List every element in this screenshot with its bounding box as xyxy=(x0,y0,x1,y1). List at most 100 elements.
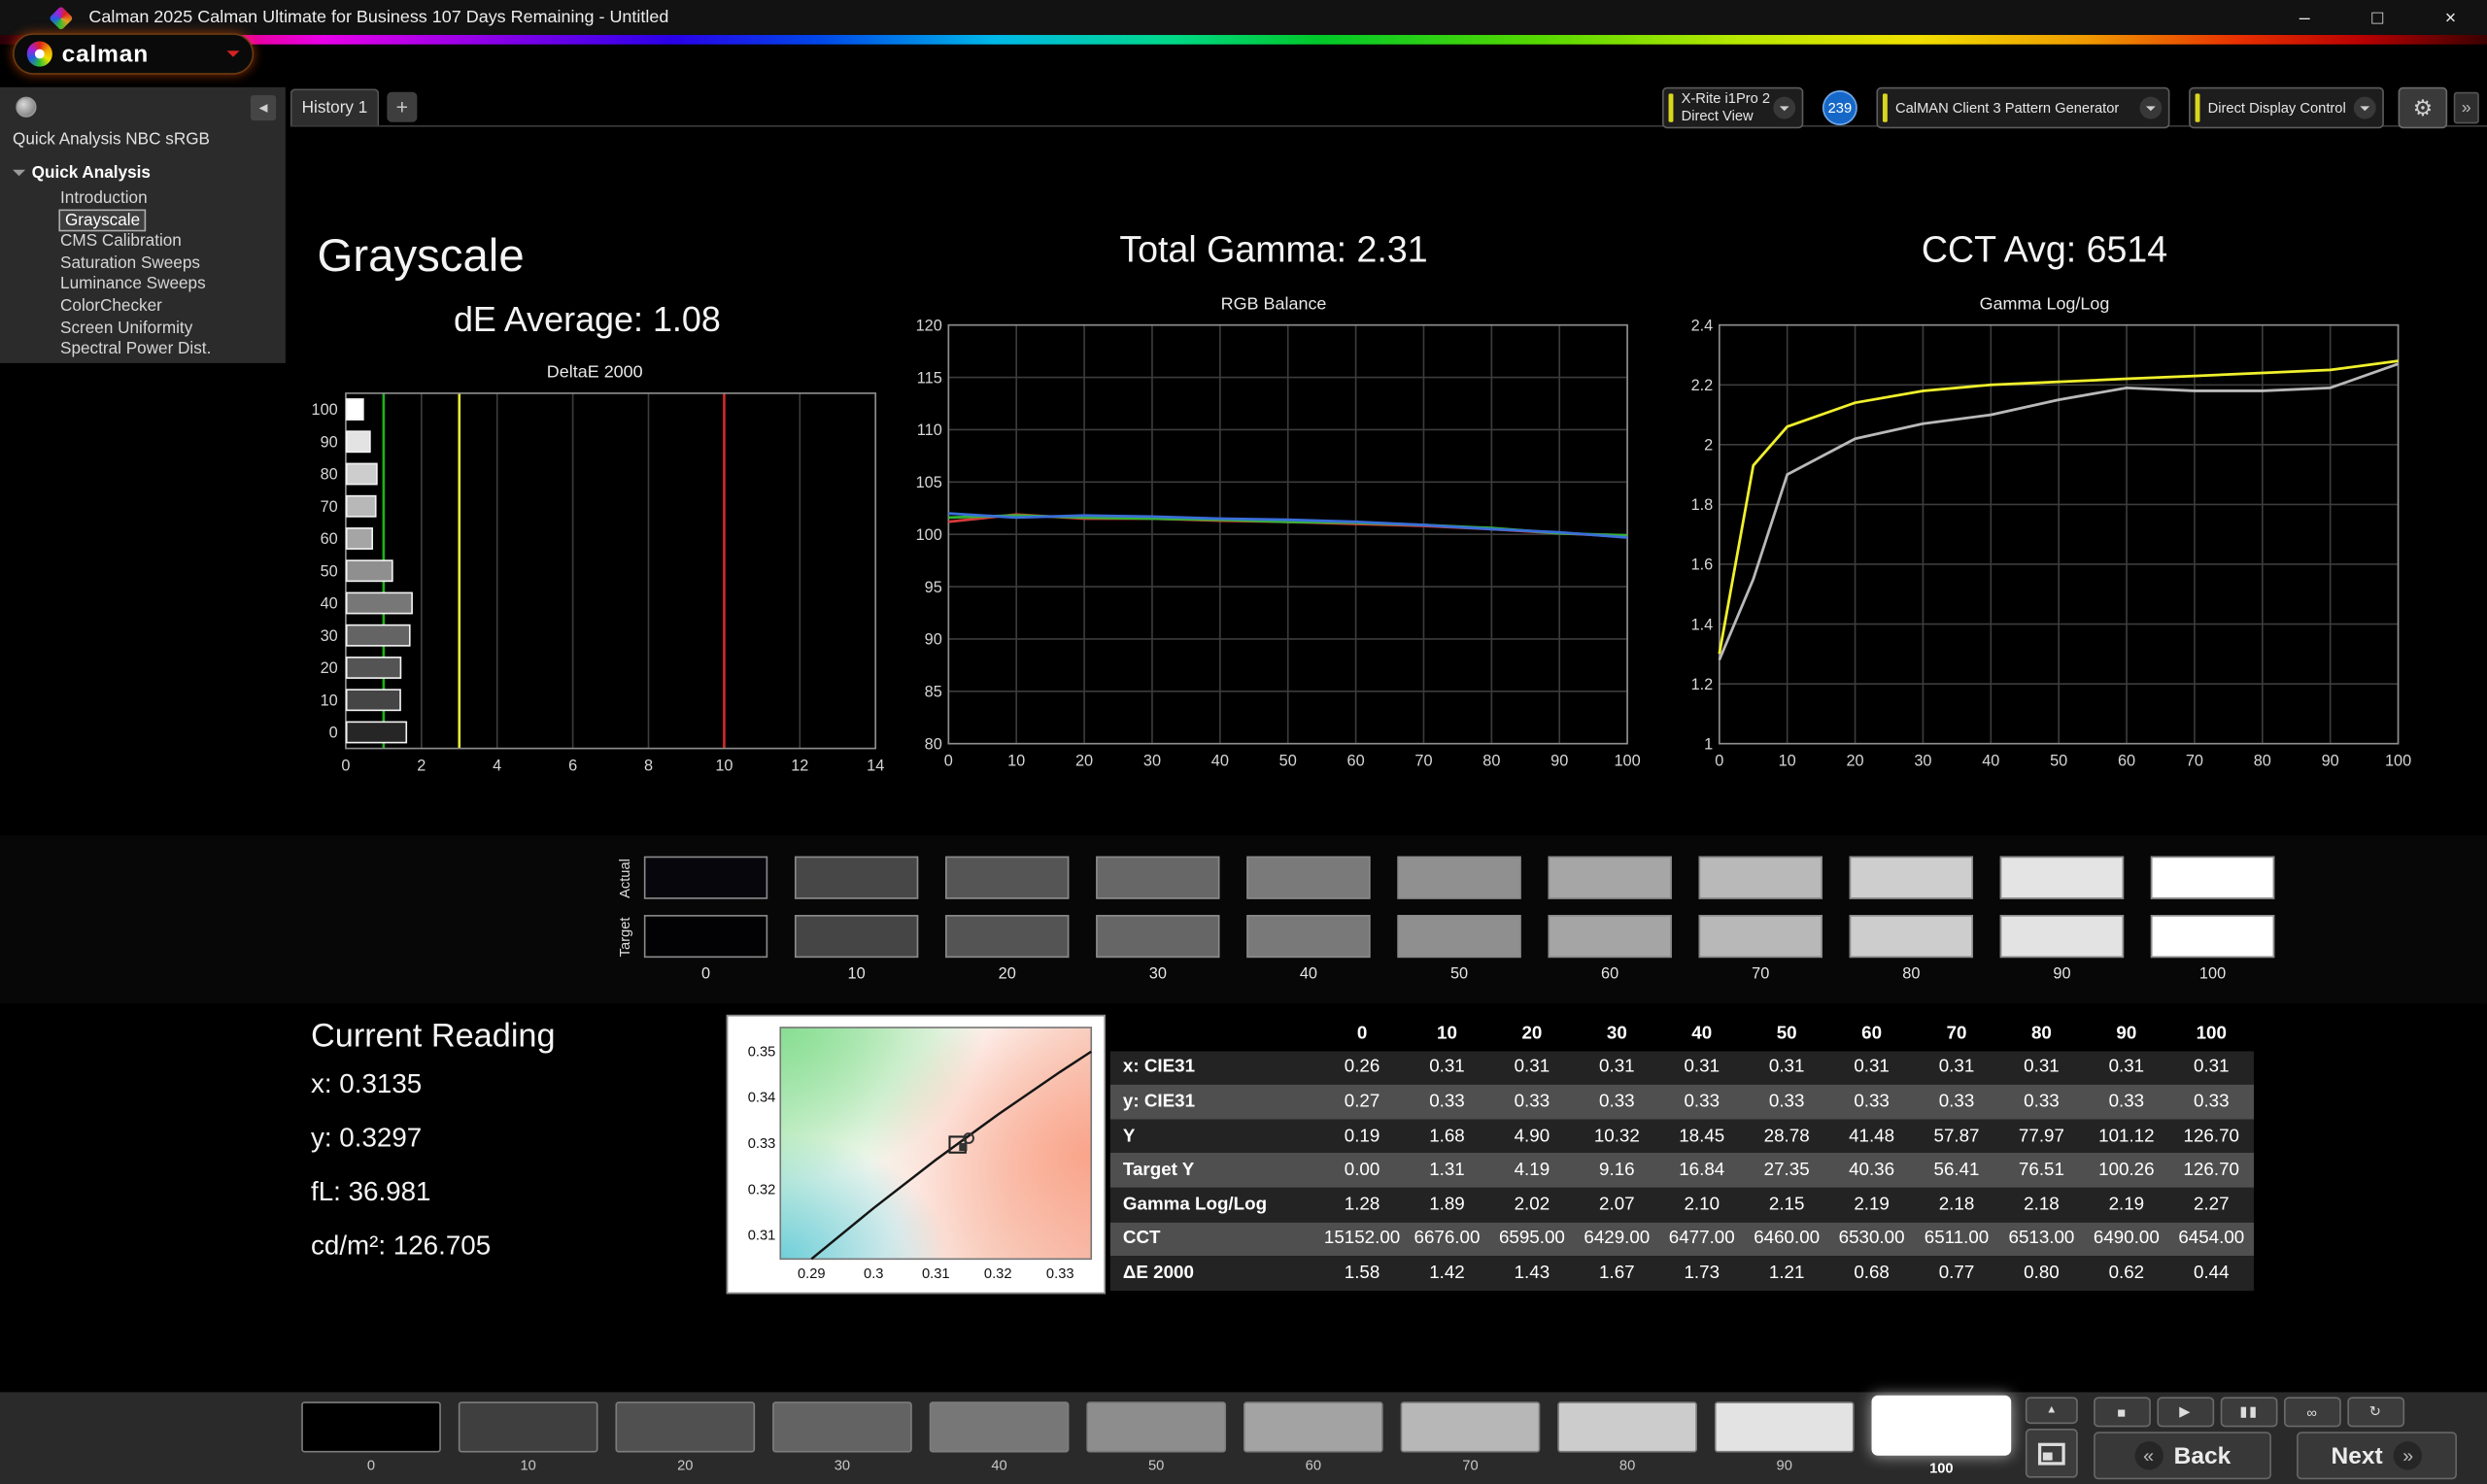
cie-x-tick: 0.31 xyxy=(921,1265,950,1282)
cie-chromaticity-chart: 0.29 0.3 0.31 0.32 0.33 0.35 0.34 0.33 0.32 0.31 xyxy=(726,1014,1106,1295)
pattern-patch-40[interactable]: 40 xyxy=(929,1401,1070,1473)
svg-text:100: 100 xyxy=(2385,753,2411,770)
cie-x-tick: 0.3 xyxy=(864,1265,884,1282)
maximize-button[interactable]: □ xyxy=(2341,0,2414,35)
swatch-column-60: 60 xyxy=(1548,856,1672,983)
back-button[interactable]: « Back xyxy=(2094,1432,2271,1480)
svg-text:120: 120 xyxy=(916,319,942,334)
table-col-header: 100 xyxy=(2196,1024,2227,1043)
workflow-root-node[interactable]: Quick Analysis xyxy=(13,163,151,183)
svg-text:60: 60 xyxy=(1347,753,1365,770)
cie-x-tick: 0.32 xyxy=(983,1265,1012,1282)
sidebar-item-screen-uniformity[interactable]: Screen Uniformity xyxy=(0,318,286,339)
table-col-header: 0 xyxy=(1356,1024,1368,1043)
pattern-patch-30[interactable]: 30 xyxy=(772,1401,912,1473)
pattern-patch-90[interactable]: 90 xyxy=(1714,1401,1855,1473)
settings-button[interactable]: ⚙ xyxy=(2398,86,2448,129)
svg-text:60: 60 xyxy=(321,530,338,548)
play-button[interactable]: ▶ xyxy=(2157,1397,2215,1428)
pattern-patch-100[interactable]: 100 xyxy=(1871,1395,2012,1476)
patch-swatch[interactable] xyxy=(1086,1401,1227,1453)
svg-text:30: 30 xyxy=(1914,753,1931,770)
pause-button[interactable]: ▮▮ xyxy=(2220,1397,2278,1428)
table-row-gamma-log-log: Gamma Log/Log 1.28 1.89 2.02 2.07 2.10 2.15 2.1… xyxy=(1109,1187,2254,1223)
svg-text:50: 50 xyxy=(321,562,338,580)
sidebar-item-colorchecker[interactable]: ColorChecker xyxy=(0,296,286,318)
svg-text:50: 50 xyxy=(2050,753,2067,770)
svg-text:40: 40 xyxy=(321,595,338,613)
swatch-target-30 xyxy=(1096,915,1220,959)
chevron-down-icon[interactable] xyxy=(2139,96,2163,119)
sidebar-collapse-icon[interactable]: ◀ xyxy=(250,94,277,121)
patch-swatch[interactable] xyxy=(929,1401,1070,1453)
svg-text:30: 30 xyxy=(321,627,338,645)
patch-swatch[interactable] xyxy=(1243,1401,1383,1453)
pattern-window-button[interactable] xyxy=(2025,1429,2078,1478)
pattern-patch-0[interactable]: 0 xyxy=(301,1401,441,1473)
swatch-column-20: 20 xyxy=(945,856,1070,983)
swatch-target-70 xyxy=(1698,915,1823,959)
patch-swatch[interactable] xyxy=(1557,1401,1697,1453)
swatch-actual-10 xyxy=(794,856,919,899)
sidebar-item-introduction[interactable]: Introduction xyxy=(0,188,286,210)
calman-menu-chevron-icon[interactable] xyxy=(226,45,239,64)
refresh-button[interactable]: ↻ xyxy=(2347,1397,2405,1428)
pattern-patch-60[interactable]: 60 xyxy=(1243,1401,1383,1473)
pattern-patch-10[interactable]: 10 xyxy=(458,1401,598,1473)
svg-text:14: 14 xyxy=(867,757,884,774)
gamma-loglog-chart: Gamma Log/Log 0 10 20 30 40 50 60 70 80 90 100 2.4 2… xyxy=(1672,295,2417,781)
loop-button[interactable]: ∞ xyxy=(2284,1397,2341,1428)
swatch-level-label: 70 xyxy=(1752,965,1770,984)
pattern-patch-70[interactable]: 70 xyxy=(1400,1401,1541,1473)
stop-button[interactable]: ■ xyxy=(2094,1397,2151,1428)
close-button[interactable]: × xyxy=(2414,0,2487,35)
meter-dropdown[interactable]: X-Rite i1Pro 2 Direct View xyxy=(1662,86,1804,129)
chevron-down-icon[interactable] xyxy=(1773,96,1796,119)
patch-swatch[interactable] xyxy=(615,1401,756,1453)
sidebar-item-luminance-sweeps[interactable]: Luminance Sweeps xyxy=(0,275,286,296)
pattern-window-icon xyxy=(2037,1441,2065,1465)
add-tab-button[interactable]: + xyxy=(387,91,418,122)
svg-text:100: 100 xyxy=(916,526,942,544)
swatch-actual-70 xyxy=(1698,856,1823,899)
patch-label: 60 xyxy=(1305,1457,1321,1473)
next-chevrons-icon: » xyxy=(2394,1441,2423,1470)
svg-text:0: 0 xyxy=(341,757,350,774)
swatch-columns: 0 10 20 30 40 50 60 70 80 90 100 xyxy=(643,856,2275,984)
swatch-level-label: 80 xyxy=(1902,965,1921,984)
svg-text:80: 80 xyxy=(1482,753,1500,770)
sidebar-item-grayscale[interactable]: Grayscale xyxy=(0,208,286,231)
patch-row-expand-button[interactable]: ▲ xyxy=(2025,1397,2078,1425)
chevron-down-icon[interactable] xyxy=(2353,96,2376,119)
pattern-generator-dropdown[interactable]: CalMAN Client 3 Pattern Generator xyxy=(1876,86,2170,129)
minimize-button[interactable]: – xyxy=(2268,0,2341,35)
sidebar-item-spectral-power-dist[interactable]: Spectral Power Dist. xyxy=(0,340,286,361)
svg-text:6: 6 xyxy=(568,757,577,774)
patch-swatch[interactable] xyxy=(1871,1395,2012,1456)
rgb-balance-chart-plot: 0 10 20 30 40 50 60 70 80 90 100 120 115 110 105 100 95 9… xyxy=(916,317,1641,770)
next-button[interactable]: Next » xyxy=(2297,1432,2457,1480)
pattern-patch-20[interactable]: 20 xyxy=(615,1401,756,1473)
patch-swatch[interactable] xyxy=(1400,1401,1541,1453)
patch-swatch[interactable] xyxy=(458,1401,598,1453)
svg-text:100: 100 xyxy=(1614,753,1640,770)
actual-row-label: Actual xyxy=(617,859,633,898)
swatch-level-label: 100 xyxy=(2198,965,2227,984)
patch-swatch[interactable] xyxy=(1714,1401,1855,1453)
patch-label: 90 xyxy=(1776,1457,1792,1473)
chevron-up-icon: ▲ xyxy=(2046,1404,2058,1416)
swatch-actual-100 xyxy=(2150,856,2275,899)
calman-menu-button[interactable]: calman xyxy=(13,33,255,75)
display-control-dropdown[interactable]: Direct Display Control xyxy=(2189,86,2384,129)
sidebar-item-saturation-sweeps[interactable]: Saturation Sweeps xyxy=(0,253,286,275)
svg-text:40: 40 xyxy=(1211,753,1229,770)
patch-swatch[interactable] xyxy=(301,1401,441,1453)
toolbar-collapse-button[interactable]: » xyxy=(2453,91,2479,124)
pattern-patch-80[interactable]: 80 xyxy=(1557,1401,1697,1473)
app-window: Calman 2025 Calman Ultimate for Business… xyxy=(0,0,2487,1484)
tab-history-1[interactable]: History 1 xyxy=(290,88,380,125)
patch-swatch[interactable] xyxy=(772,1401,912,1453)
sidebar-item-cms-calibration[interactable]: CMS Calibration xyxy=(0,232,286,253)
pattern-patch-50[interactable]: 50 xyxy=(1086,1401,1227,1473)
cie-y-tick: 0.34 xyxy=(747,1089,776,1105)
